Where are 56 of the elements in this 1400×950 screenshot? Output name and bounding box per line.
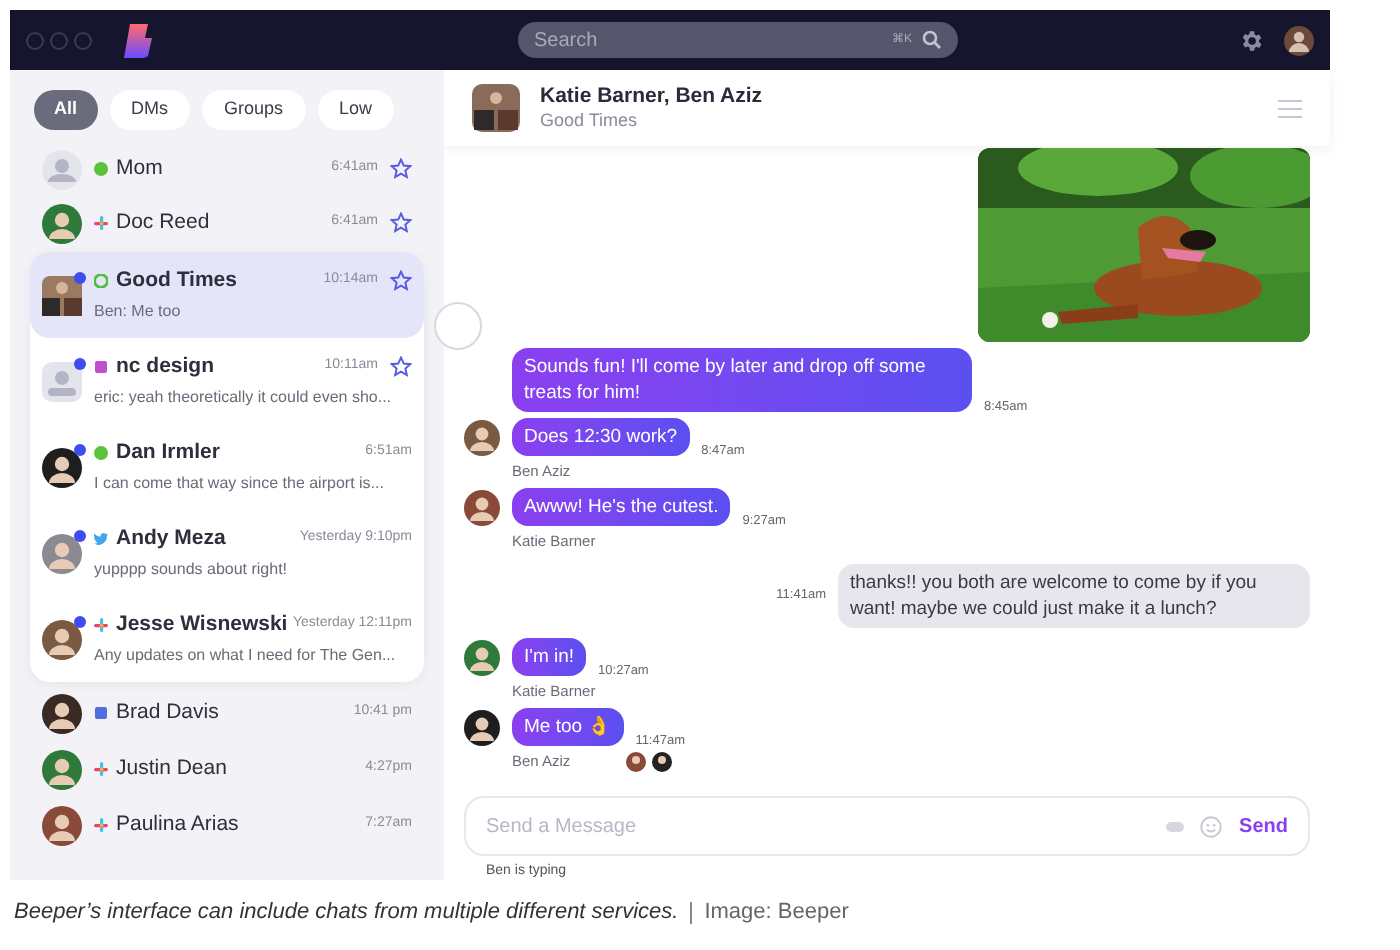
image-credit: Image: Beeper	[704, 898, 849, 928]
avatar-icon	[42, 533, 82, 573]
avatar-icon	[42, 361, 82, 401]
avatar-icon	[42, 619, 82, 659]
message-bubble: Sounds fun! I'll come by later and drop off some treats for him!	[512, 348, 972, 412]
chat-name: Mom	[116, 153, 163, 184]
message-bubble: thanks!! you both are welcome to come by if you want! maybe we could just make it a lunch?	[838, 564, 1310, 628]
avatar-icon	[42, 749, 82, 789]
avatar-icon	[42, 805, 82, 845]
logo-icon	[124, 23, 152, 57]
chat-name: Dan Irmler	[116, 437, 220, 468]
chat-name: Andy Meza	[116, 523, 226, 554]
conversation-subtitle: Good Times	[540, 110, 640, 132]
message-bubble: Awww! He's the cutest.	[512, 488, 731, 526]
chat-name: Paulina Arias	[116, 809, 239, 840]
filter-tab[interactable]: All	[34, 90, 98, 130]
emoji-icon[interactable]	[1199, 815, 1222, 837]
chat-name: Brad Davis	[116, 697, 219, 728]
chat-name: Doc Reed	[116, 207, 210, 238]
avatar-icon	[42, 149, 82, 189]
avatar-icon	[42, 447, 82, 487]
chat-preview: Any updates on what I need for The Gen...	[94, 644, 398, 669]
filter-tab[interactable]: Low	[317, 90, 395, 130]
message-field[interactable]: Send a Message Send	[464, 796, 1310, 856]
chat-name: Justin Dean	[116, 753, 227, 784]
attachment-icon[interactable]	[1165, 821, 1184, 831]
resize-handle[interactable]	[434, 302, 482, 350]
chat-preview: I can come that way since the airport is...	[94, 472, 386, 497]
message-bubble: Me too 👌	[512, 708, 624, 746]
settings-icon[interactable]	[1238, 27, 1264, 53]
caption: Beeper’s interface can include chats from multiple different services.	[14, 898, 679, 928]
filter-tab[interactable]: DMs	[109, 90, 191, 130]
group-avatar-icon	[42, 275, 82, 315]
chat-name: Good Times	[116, 265, 237, 296]
menu-icon[interactable]	[1278, 99, 1302, 117]
message-bubble: I'm in!	[512, 638, 587, 676]
send-button[interactable]: Send	[1239, 811, 1288, 841]
avatar-icon	[42, 203, 82, 243]
caption-separator	[690, 901, 693, 924]
star-icon[interactable]	[390, 158, 412, 180]
chat-name: nc design	[116, 351, 215, 382]
chat-preview: yupppp sounds about right!	[94, 558, 290, 583]
star-icon[interactable]	[390, 356, 412, 378]
chat-name: Jesse Wisnewski	[116, 609, 288, 640]
chat-preview: Ben: Me too	[94, 300, 183, 325]
star-icon[interactable]	[390, 270, 412, 292]
message-bubble: Does 12:30 work?	[512, 418, 690, 456]
group-avatar-icon	[472, 84, 520, 132]
chat-preview: eric: yeah theoretically it could even sho...	[94, 386, 394, 411]
conversation-title: Katie Barner, Ben Aziz	[540, 84, 763, 110]
search-field[interactable]: Search	[534, 25, 892, 55]
search-icon	[922, 30, 942, 50]
star-icon[interactable]	[390, 212, 412, 234]
avatar-icon	[42, 693, 82, 733]
filter-tab[interactable]: Groups	[202, 90, 306, 130]
avatar-icon[interactable]	[1284, 25, 1314, 55]
